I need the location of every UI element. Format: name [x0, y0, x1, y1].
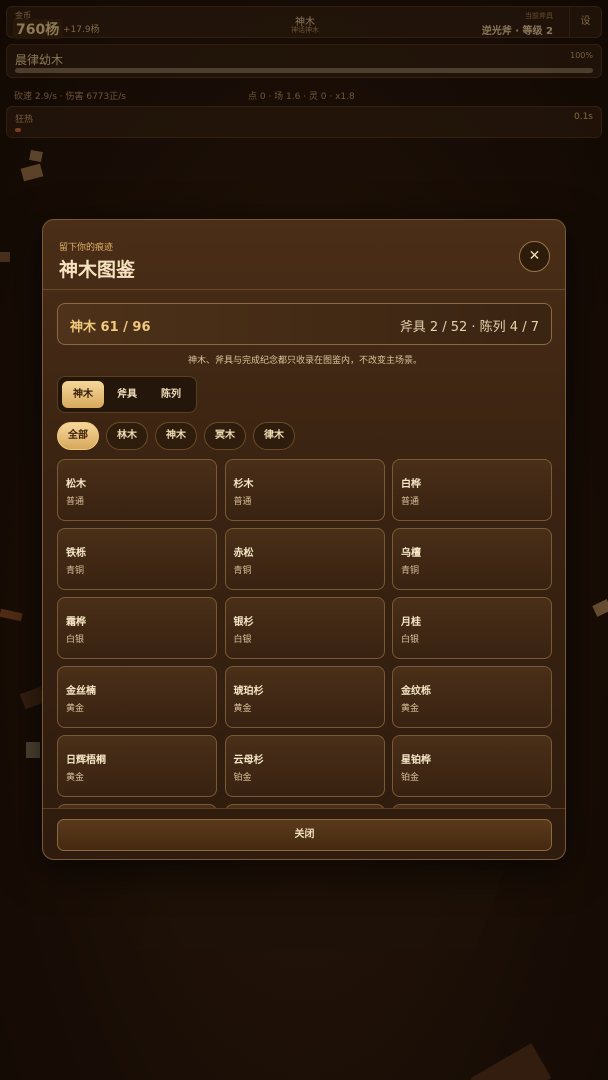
tree-card-name: 赤松	[233, 548, 254, 559]
axe-label: 当前斧具	[525, 12, 553, 20]
tree-card-name: 琥珀杉	[233, 686, 264, 697]
tree-card-tier: 白银	[66, 635, 85, 645]
tree-card-name: 霜桦	[66, 617, 86, 628]
tree-card-tier: 青铜	[233, 566, 252, 576]
filter-nether-wood[interactable]: 冥木	[204, 422, 246, 450]
tree-card-name: 松木	[66, 479, 86, 490]
tree-card-tier: 黄金	[66, 773, 85, 783]
wood-chip-icon	[0, 252, 10, 262]
progress-track	[15, 68, 593, 73]
tree-card-name: 铁栎	[66, 548, 86, 559]
tree-card-tier: 青铜	[66, 566, 85, 576]
wood-chip-icon	[29, 150, 43, 162]
tree-card[interactable]: 霜桦 白银	[57, 597, 217, 659]
tree-card-tier: 普通	[66, 497, 85, 507]
tree-card[interactable]: 琥珀杉 黄金	[224, 666, 385, 728]
tree-card-name: 白桦	[401, 479, 421, 490]
tree-card[interactable]: 杉木 普通	[224, 459, 385, 521]
filter-forest-wood[interactable]: 林木	[106, 422, 148, 450]
tab-axes[interactable]: 斧具	[106, 381, 148, 408]
progress-tree-name: 晨律幼木	[15, 53, 64, 67]
tree-card[interactable]: 白桦 普通	[392, 459, 552, 521]
tree-card-name: 云母杉	[233, 755, 264, 766]
tree-card-name: 月桂	[401, 617, 421, 628]
settings-button[interactable]: 设	[569, 7, 601, 37]
wood-chip-icon	[470, 1043, 552, 1080]
tree-card-tier: 普通	[233, 497, 252, 507]
tree-card-tier: 铂金	[233, 773, 252, 783]
tree-card-tier: 普通	[401, 497, 420, 507]
rage-fill	[15, 128, 21, 132]
tree-card-tier: 青铜	[401, 566, 420, 576]
tree-card-name: 乌檀	[401, 548, 421, 559]
resource-stats: 点 0 · 场 1.6 · 灵 0 · x1.8	[248, 92, 355, 102]
tree-card[interactable]: 乌檀 青铜	[392, 528, 552, 590]
tree-card-name: 杉木	[233, 479, 254, 490]
tree-card-name: 日辉梧桐	[66, 755, 106, 766]
progress-percent: 100%	[570, 51, 593, 60]
tree-card[interactable]: 日辉梧桐 黄金	[57, 735, 217, 797]
tree-card-tier: 黄金	[401, 704, 420, 714]
filter-divine-wood[interactable]: 神木	[155, 422, 197, 450]
close-button[interactable]: 关闭	[57, 819, 552, 851]
tree-card[interactable]: 金丝楠 黄金	[57, 666, 217, 728]
divider	[43, 808, 565, 809]
wood-chip-icon	[20, 163, 44, 182]
tree-card[interactable]: 铁栎 青铜	[57, 528, 217, 590]
chop-stats: 砍速 2.9/s · 伤害 6773正/s	[14, 92, 126, 102]
tree-card-tier: 铂金	[401, 773, 420, 783]
tree-count: 神木 61 / 96	[70, 320, 151, 335]
progress-fill	[15, 68, 593, 73]
filter-law-wood[interactable]: 律木	[253, 422, 295, 450]
tab-display[interactable]: 陈列	[150, 381, 192, 408]
rage-timer: 0.1s	[573, 112, 593, 122]
tree-progress-panel: 晨律幼木 100%	[6, 44, 602, 78]
tree-card-tier: 白银	[401, 635, 420, 645]
wood-chip-icon	[592, 599, 608, 617]
tree-card[interactable]: 月桂 白银	[392, 597, 552, 659]
tree-card-grid: 松木 普通 杉木 普通 白桦 普通 铁栎 青铜 赤松 青铜 乌檀 青铜 霜桦 白银 银杉 白银 月桂 白银 金丝楠黄…	[57, 459, 553, 808]
wood-chip-icon	[0, 608, 23, 622]
wood-chip-icon	[26, 742, 40, 758]
tree-card-tier: 白银	[233, 635, 252, 645]
collection-summary: 神木 61 / 96 斧具 2 / 52 · 陈列 4 / 7	[57, 303, 552, 345]
tree-card-name: 银杉	[233, 617, 254, 628]
top-bar: 金币 760杨 +17.9杨 神木 神话神木 当前斧具 逆光斧 · 等级 2 设	[6, 6, 602, 39]
tree-card[interactable]: 金纹栎 黄金	[392, 666, 552, 728]
tree-card-tier: 黄金	[66, 704, 85, 714]
tree-card[interactable]: 星铂桦 铂金	[392, 735, 552, 797]
tab-trees[interactable]: 神木	[62, 381, 104, 408]
tree-card-tier: 黄金	[233, 704, 252, 714]
tree-stump-shadow	[135, 870, 505, 950]
codex-note: 神木、斧具与完成纪念都只收录在图鉴内，不改变主场景。	[187, 356, 422, 366]
tree-card-name: 金纹栎	[401, 686, 431, 697]
close-icon[interactable]: ✕	[519, 241, 550, 272]
axe-value: 逆光斧 · 等级 2	[481, 26, 553, 37]
rage-panel: 狂热 0.1s	[6, 106, 602, 138]
rage-label: 狂热	[15, 115, 34, 125]
axe-display-count: 斧具 2 / 52 · 陈列 4 / 7	[399, 320, 539, 335]
tree-card[interactable]: 赤松 青铜	[224, 528, 385, 590]
tree-card-name: 星铂桦	[401, 755, 431, 766]
tree-card[interactable]: 银杉 白银	[224, 597, 385, 659]
divider	[43, 289, 565, 290]
tree-card-name: 金丝楠	[66, 686, 96, 697]
filter-all[interactable]: 全部	[57, 422, 99, 450]
modal-kicker: 留下你的痕迹	[59, 243, 114, 253]
codex-tabs: 神木 斧具 陈列	[57, 376, 197, 413]
codex-modal: 留下你的痕迹 神木图鉴 ✕ 神木 61 / 96 斧具 2 / 52 · 陈列 …	[42, 219, 566, 860]
tree-card[interactable]: 云母杉 铂金	[224, 735, 385, 797]
tree-card[interactable]: 松木 普通	[57, 459, 217, 521]
modal-title: 神木图鉴	[59, 259, 136, 281]
